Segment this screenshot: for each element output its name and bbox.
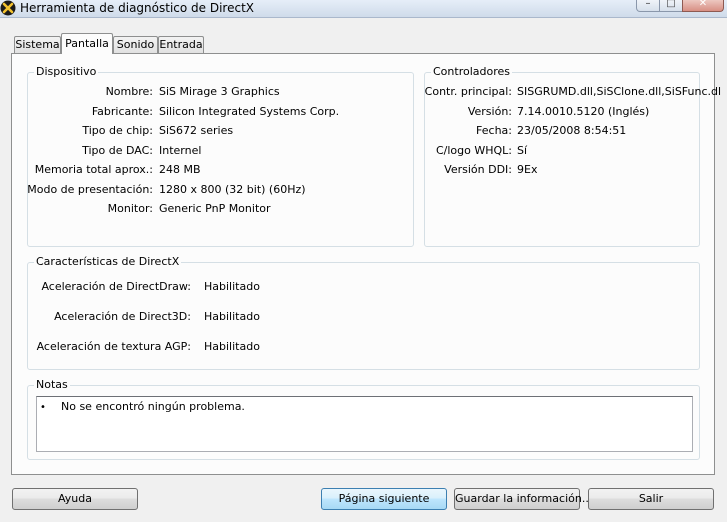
chip-type-label: Tipo de chip: [82, 124, 153, 137]
driver-date-label: Fecha: [476, 124, 512, 137]
main-driver-label: Contr. principal: [424, 85, 512, 98]
minimize-button[interactable]: – [636, 0, 660, 12]
tab-pantalla[interactable]: Pantalla [61, 33, 113, 54]
whql-logo-label: C/logo WHQL: [435, 144, 512, 157]
exit-button[interactable]: Salir [588, 488, 714, 510]
notes-text: No se encontró ningún problema. [61, 400, 245, 413]
directx-features-legend: Características de DirectX [34, 255, 182, 268]
close-button[interactable]: ✕ [682, 0, 724, 12]
ddi-version-label: Versión DDI: [444, 163, 512, 176]
maximize-button[interactable]: □ [659, 0, 683, 12]
directx-icon [0, 0, 16, 16]
close-icon: ✕ [698, 0, 708, 9]
minimize-icon: – [645, 0, 651, 9]
tab-sonido[interactable]: Sonido [113, 36, 158, 53]
notes-group: Notas • No se encontró ningún problema. [27, 378, 700, 460]
monitor-value: Generic PnP Monitor [159, 202, 271, 215]
total-memory-label: Memoria total aprox.: [34, 163, 153, 176]
manufacturer-value: Silicon Integrated Systems Corp. [159, 105, 340, 118]
title-bar: Herramienta de diagnóstico de DirectX – … [0, 0, 727, 18]
maximize-icon: □ [666, 0, 676, 9]
display-mode-value: 1280 x 800 (32 bit) (60Hz) [159, 183, 306, 196]
directx-features-group: Características de DirectX Aceleración d… [27, 255, 700, 370]
notes-group-legend: Notas [34, 378, 70, 391]
whql-logo-value: Sí [517, 144, 528, 157]
tab-sistema[interactable]: Sistema [14, 36, 61, 53]
ddi-version-value: 9Ex [517, 163, 538, 176]
direct3d-accel-label: Aceleración de Direct3D: [54, 310, 191, 323]
directdraw-accel-value: Habilitado [204, 280, 260, 293]
main-driver-value: SISGRUMD.dll,SiSClone.dll,SiSFunc.dl [517, 85, 722, 98]
directdraw-accel-label: Aceleración de DirectDraw: [41, 280, 191, 293]
next-page-button[interactable]: Página siguiente [321, 488, 447, 510]
dac-type-value: Internel [159, 144, 202, 157]
dac-type-label: Tipo de DAC: [82, 144, 153, 157]
help-button[interactable]: Ayuda [12, 488, 138, 510]
driver-date-value: 23/05/2008 8:54:51 [517, 124, 627, 137]
agp-texture-accel-value: Habilitado [204, 340, 260, 353]
device-name-value: SiS Mirage 3 Graphics [159, 85, 280, 98]
notes-textbox[interactable]: • No se encontró ningún problema. [36, 396, 693, 452]
device-name-label: Nombre: [105, 85, 153, 98]
drivers-group: Controladores Contr. principal: SISGRUMD… [424, 65, 721, 247]
tab-entrada[interactable]: Entrada [158, 36, 204, 53]
notes-bullet: • [40, 402, 46, 413]
device-group: Dispositivo Nombre: SiS Mirage 3 Graphic… [27, 65, 414, 247]
monitor-label: Monitor: [107, 202, 153, 215]
window-title: Herramienta de diagnóstico de DirectX [20, 1, 254, 15]
device-group-legend: Dispositivo [34, 65, 99, 78]
drivers-group-legend: Controladores [431, 65, 512, 78]
display-mode-label: Modo de presentación: [27, 183, 153, 196]
manufacturer-label: Fabricante: [91, 105, 153, 118]
chip-type-value: SiS672 series [159, 124, 234, 137]
driver-version-value: 7.14.0010.5120 (Inglés) [517, 105, 650, 118]
display-tab-panel: Dispositivo Nombre: SiS Mirage 3 Graphic… [11, 53, 721, 475]
agp-texture-accel-label: Aceleración de textura AGP: [36, 340, 191, 353]
driver-version-label: Versión: [467, 105, 512, 118]
total-memory-value: 248 MB [159, 163, 201, 176]
save-information-button[interactable]: Guardar la información... [454, 488, 592, 510]
direct3d-accel-value: Habilitado [204, 310, 260, 323]
